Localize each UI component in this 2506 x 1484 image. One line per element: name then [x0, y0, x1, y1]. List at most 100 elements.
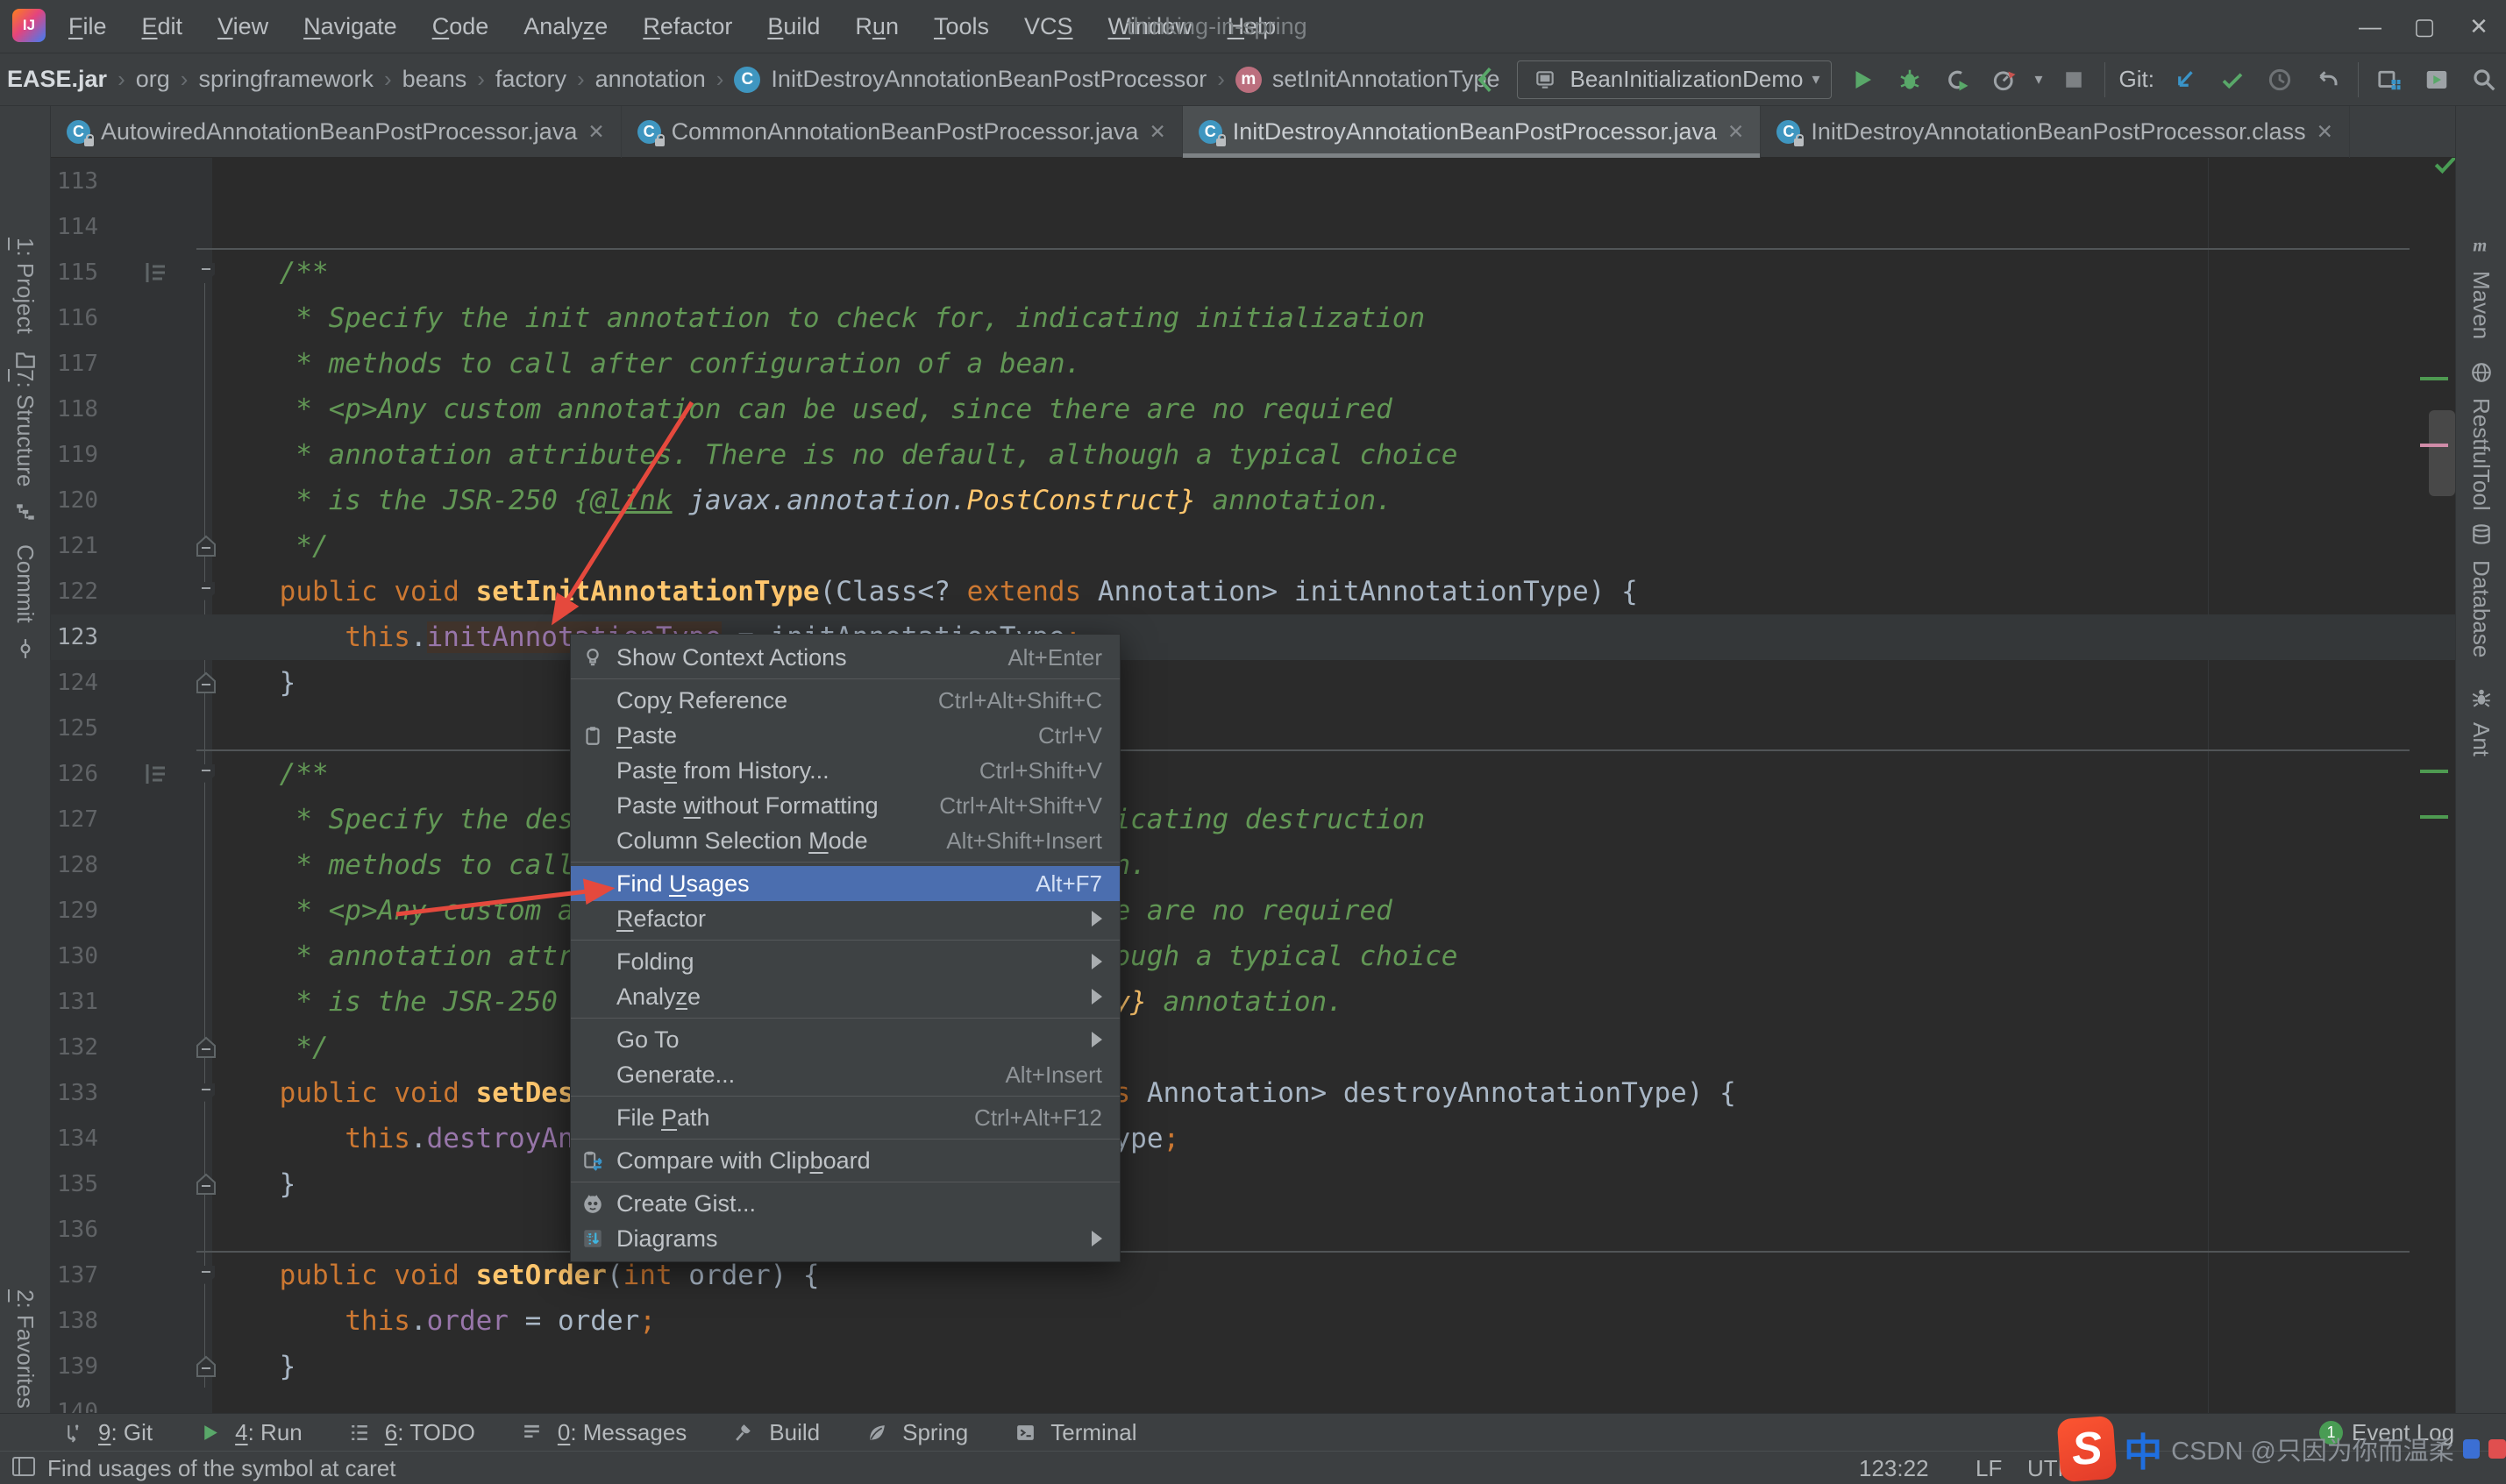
context-menu-item-diagrams[interactable]: Diagrams — [571, 1221, 1120, 1256]
search-everywhere-button[interactable] — [2467, 63, 2501, 96]
context-menu-item-folding[interactable]: Folding — [571, 944, 1120, 979]
stripe-mark[interactable] — [2420, 377, 2448, 380]
code-line[interactable]: 140 — [51, 1389, 2455, 1413]
context-menu-item-copy-reference[interactable]: Copy ReferenceCtrl+Alt+Shift+C — [571, 683, 1120, 718]
line-number[interactable]: 114 — [53, 204, 98, 250]
caret-position[interactable]: 123:22 — [1859, 1452, 1929, 1484]
breadcrumb-class[interactable]: InitDestroyAnnotationBeanPostProcessor — [771, 66, 1207, 93]
code-line[interactable]: 124 } — [51, 660, 2455, 706]
code-line[interactable]: 139 } — [51, 1344, 2455, 1389]
line-number[interactable]: 127 — [53, 797, 98, 842]
update-project-button[interactable] — [2168, 63, 2202, 96]
line-number[interactable]: 133 — [53, 1070, 98, 1116]
breadcrumb-item[interactable]: annotation — [595, 66, 706, 93]
line-separator[interactable]: LF — [1976, 1452, 2002, 1484]
line-number[interactable]: 129 — [53, 888, 98, 934]
sidebar-item-commit[interactable]: Commit — [0, 544, 50, 665]
toolwindow-button-4-run[interactable]: 4: Run — [193, 1416, 303, 1449]
minimize-button[interactable]: — — [2343, 0, 2397, 53]
close-icon[interactable]: ✕ — [1149, 120, 1165, 144]
code-line[interactable]: 136 — [51, 1207, 2455, 1253]
run-anything-button[interactable] — [2420, 63, 2453, 96]
history-button[interactable] — [2263, 63, 2296, 96]
code-line[interactable]: 131 * is the JSR-250 {@link javax.annota… — [51, 979, 2455, 1025]
context-menu-item-paste-without-formatting[interactable]: Paste without FormattingCtrl+Alt+Shift+V — [571, 788, 1120, 823]
context-menu-item-compare-with-clipboard[interactable]: Compare with Clipboard — [571, 1143, 1120, 1178]
menu-vcs[interactable]: VCS — [1007, 0, 1091, 53]
code-line[interactable]: 122 public void setInitAnnotationType(Cl… — [51, 569, 2455, 614]
debug-button[interactable] — [1893, 63, 1926, 96]
code-line[interactable]: 126 /** — [51, 751, 2455, 797]
close-icon[interactable]: ✕ — [2317, 120, 2333, 144]
context-menu-item-show-context-actions[interactable]: Show Context ActionsAlt+Enter — [571, 640, 1120, 675]
context-menu-item-create-gist[interactable]: Create Gist... — [571, 1186, 1120, 1221]
code-line[interactable]: 119 * annotation attributes. There is no… — [51, 432, 2455, 478]
code-line[interactable]: 128 * methods to call when the context i… — [51, 842, 2455, 888]
code-line[interactable]: 123 this.initAnnotationType = initAnnota… — [51, 614, 2455, 660]
sidebar-item-maven[interactable]: mMaven — [2456, 229, 2506, 339]
sidebar-item-database[interactable]: Database — [2456, 518, 2506, 657]
line-number[interactable]: 130 — [53, 934, 98, 979]
editor-tab[interactable]: CAutowiredAnnotationBeanPostProcessor.ja… — [51, 106, 622, 158]
maximize-button[interactable]: ▢ — [2397, 0, 2452, 53]
toolwindow-button-terminal[interactable]: Terminal — [1008, 1416, 1136, 1449]
line-number[interactable]: 122 — [53, 569, 98, 614]
code-line[interactable]: 132 */ — [51, 1025, 2455, 1070]
code-line[interactable]: 114 — [51, 204, 2455, 250]
line-number[interactable]: 119 — [53, 432, 98, 478]
code-line[interactable]: 133 public void setDestroyAnnotationType… — [51, 1070, 2455, 1116]
code-line[interactable]: 120 * is the JSR-250 {@link javax.annota… — [51, 478, 2455, 523]
scrollbar-thumb[interactable] — [2429, 410, 2455, 496]
stripe-mark[interactable] — [2420, 770, 2448, 773]
toolwindow-button-spring[interactable]: Spring — [860, 1416, 968, 1449]
line-number[interactable]: 116 — [53, 295, 98, 341]
breadcrumb-item[interactable]: org — [136, 66, 170, 93]
changed-files-button[interactable] — [2373, 63, 2406, 96]
sidebar-item-ant[interactable]: Ant — [2456, 680, 2506, 756]
breadcrumb-item[interactable]: factory — [495, 66, 566, 93]
code-line[interactable]: 125 — [51, 706, 2455, 751]
line-number[interactable]: 128 — [53, 842, 98, 888]
menu-run[interactable]: Run — [837, 0, 916, 53]
toolwindow-button-9-git[interactable]: 9: Git — [56, 1416, 153, 1449]
run-configuration-select[interactable]: BeanInitializationDemo▾ — [1517, 60, 1832, 99]
line-number[interactable]: 136 — [53, 1207, 98, 1253]
context-menu-item-refactor[interactable]: Refactor — [571, 901, 1120, 936]
line-number[interactable]: 137 — [53, 1253, 98, 1298]
context-menu-item-analyze[interactable]: Analyze — [571, 979, 1120, 1014]
code-line[interactable]: 138 this.order = order; — [51, 1298, 2455, 1344]
line-number[interactable]: 140 — [53, 1389, 98, 1413]
context-menu-item-paste[interactable]: PasteCtrl+V — [571, 718, 1120, 753]
run-button[interactable] — [1846, 63, 1879, 96]
line-number[interactable]: 134 — [53, 1116, 98, 1161]
line-number[interactable]: 121 — [53, 523, 98, 569]
tool-windows-toggle-icon[interactable] — [12, 1455, 35, 1482]
back-arrow-icon[interactable] — [1470, 63, 1503, 96]
line-number[interactable]: 118 — [53, 387, 98, 432]
context-menu-item-go-to[interactable]: Go To — [571, 1022, 1120, 1057]
sidebar-item-7-structure[interactable]: 7: Structure — [0, 369, 50, 529]
context-menu-item-paste-from-history[interactable]: Paste from History...Ctrl+Shift+V — [571, 753, 1120, 788]
menu-edit[interactable]: Edit — [125, 0, 201, 53]
profiler-button[interactable] — [1988, 63, 2021, 96]
run-with-coverage-button[interactable] — [1940, 63, 1974, 96]
toolwindow-button-build[interactable]: Build — [727, 1416, 820, 1449]
breadcrumb-method[interactable]: setInitAnnotationType — [1272, 66, 1500, 93]
rollback-button[interactable] — [2310, 63, 2344, 96]
line-number[interactable]: 115 — [53, 250, 98, 295]
stop-button[interactable] — [2057, 63, 2090, 96]
line-number[interactable]: 131 — [53, 979, 98, 1025]
menu-view[interactable]: View — [200, 0, 286, 53]
gutter-list-icon[interactable] — [142, 259, 168, 290]
line-number[interactable]: 135 — [53, 1161, 98, 1207]
toolwindow-button-6-todo[interactable]: 6: TODO — [343, 1416, 475, 1449]
line-number[interactable]: 113 — [53, 159, 98, 204]
code-line[interactable]: 116 * Specify the init annotation to che… — [51, 295, 2455, 341]
code-line[interactable]: 135 } — [51, 1161, 2455, 1207]
code-line[interactable]: 113 — [51, 159, 2455, 204]
menu-tools[interactable]: Tools — [916, 0, 1007, 53]
menu-file[interactable]: File — [51, 0, 125, 53]
profiler-dropdown-icon[interactable]: ▾ — [2035, 70, 2043, 89]
code-line[interactable]: 127 * Specify the destroy annotation to … — [51, 797, 2455, 842]
menu-code[interactable]: Code — [415, 0, 507, 53]
